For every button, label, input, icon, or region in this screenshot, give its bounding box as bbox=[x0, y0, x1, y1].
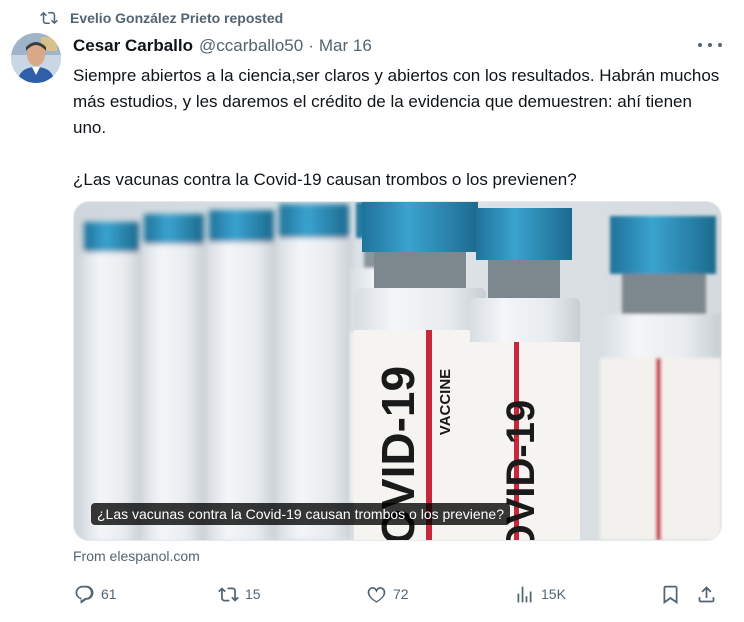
tweet-header: Cesar Carballo @ccarballo50 · Mar 16 bbox=[73, 34, 372, 58]
share-icon bbox=[698, 585, 715, 602]
like-button[interactable]: 72 bbox=[366, 578, 409, 610]
repost-text: Evelio González Prieto reposted bbox=[70, 10, 284, 26]
tweet-date[interactable]: Mar 16 bbox=[319, 36, 372, 56]
more-options-icon[interactable] bbox=[698, 36, 722, 54]
share-button[interactable] bbox=[696, 578, 717, 610]
card-caption: ¿Las vacunas contra la Covid-19 causan t… bbox=[91, 503, 510, 525]
author-handle[interactable]: @ccarballo50 bbox=[199, 36, 303, 56]
avatar[interactable] bbox=[11, 33, 61, 83]
action-bar: 61 15 72 15K bbox=[66, 578, 726, 610]
tweet-paragraph: ¿Las vacunas contra la Covid-19 causan t… bbox=[73, 170, 577, 189]
views-button[interactable]: 15K bbox=[514, 578, 566, 610]
views-count: 15K bbox=[541, 586, 566, 602]
reply-button[interactable]: 61 bbox=[74, 578, 117, 610]
tweet-paragraph: Siempre abiertos a la ciencia,ser claros… bbox=[73, 66, 720, 137]
reply-icon bbox=[75, 585, 94, 603]
repost-icon bbox=[40, 11, 58, 25]
avatar-image bbox=[11, 33, 61, 83]
like-count: 72 bbox=[393, 586, 409, 602]
repost-indicator[interactable]: Evelio González Prieto reposted bbox=[40, 8, 283, 28]
bookmark-icon bbox=[663, 585, 678, 604]
vial-sublabel: VACCINE bbox=[437, 369, 454, 435]
repost-icon bbox=[218, 586, 239, 602]
heart-icon bbox=[367, 586, 386, 603]
views-icon bbox=[517, 586, 532, 602]
repost-count: 15 bbox=[245, 586, 261, 602]
vaccine-vials-image: COVID-19 VACCINE COVID-19 bbox=[74, 202, 721, 540]
link-card[interactable]: COVID-19 VACCINE COVID-19 ¿Las vacunas c… bbox=[73, 201, 722, 541]
reply-count: 61 bbox=[101, 586, 117, 602]
author-name[interactable]: Cesar Carballo bbox=[73, 36, 193, 56]
card-source[interactable]: From elespanol.com bbox=[73, 548, 200, 564]
repost-button[interactable]: 15 bbox=[218, 578, 261, 610]
tweet-text: Siempre abiertos a la ciencia,ser claros… bbox=[73, 63, 723, 193]
bookmark-button[interactable] bbox=[660, 578, 681, 610]
separator-dot: · bbox=[308, 36, 314, 55]
